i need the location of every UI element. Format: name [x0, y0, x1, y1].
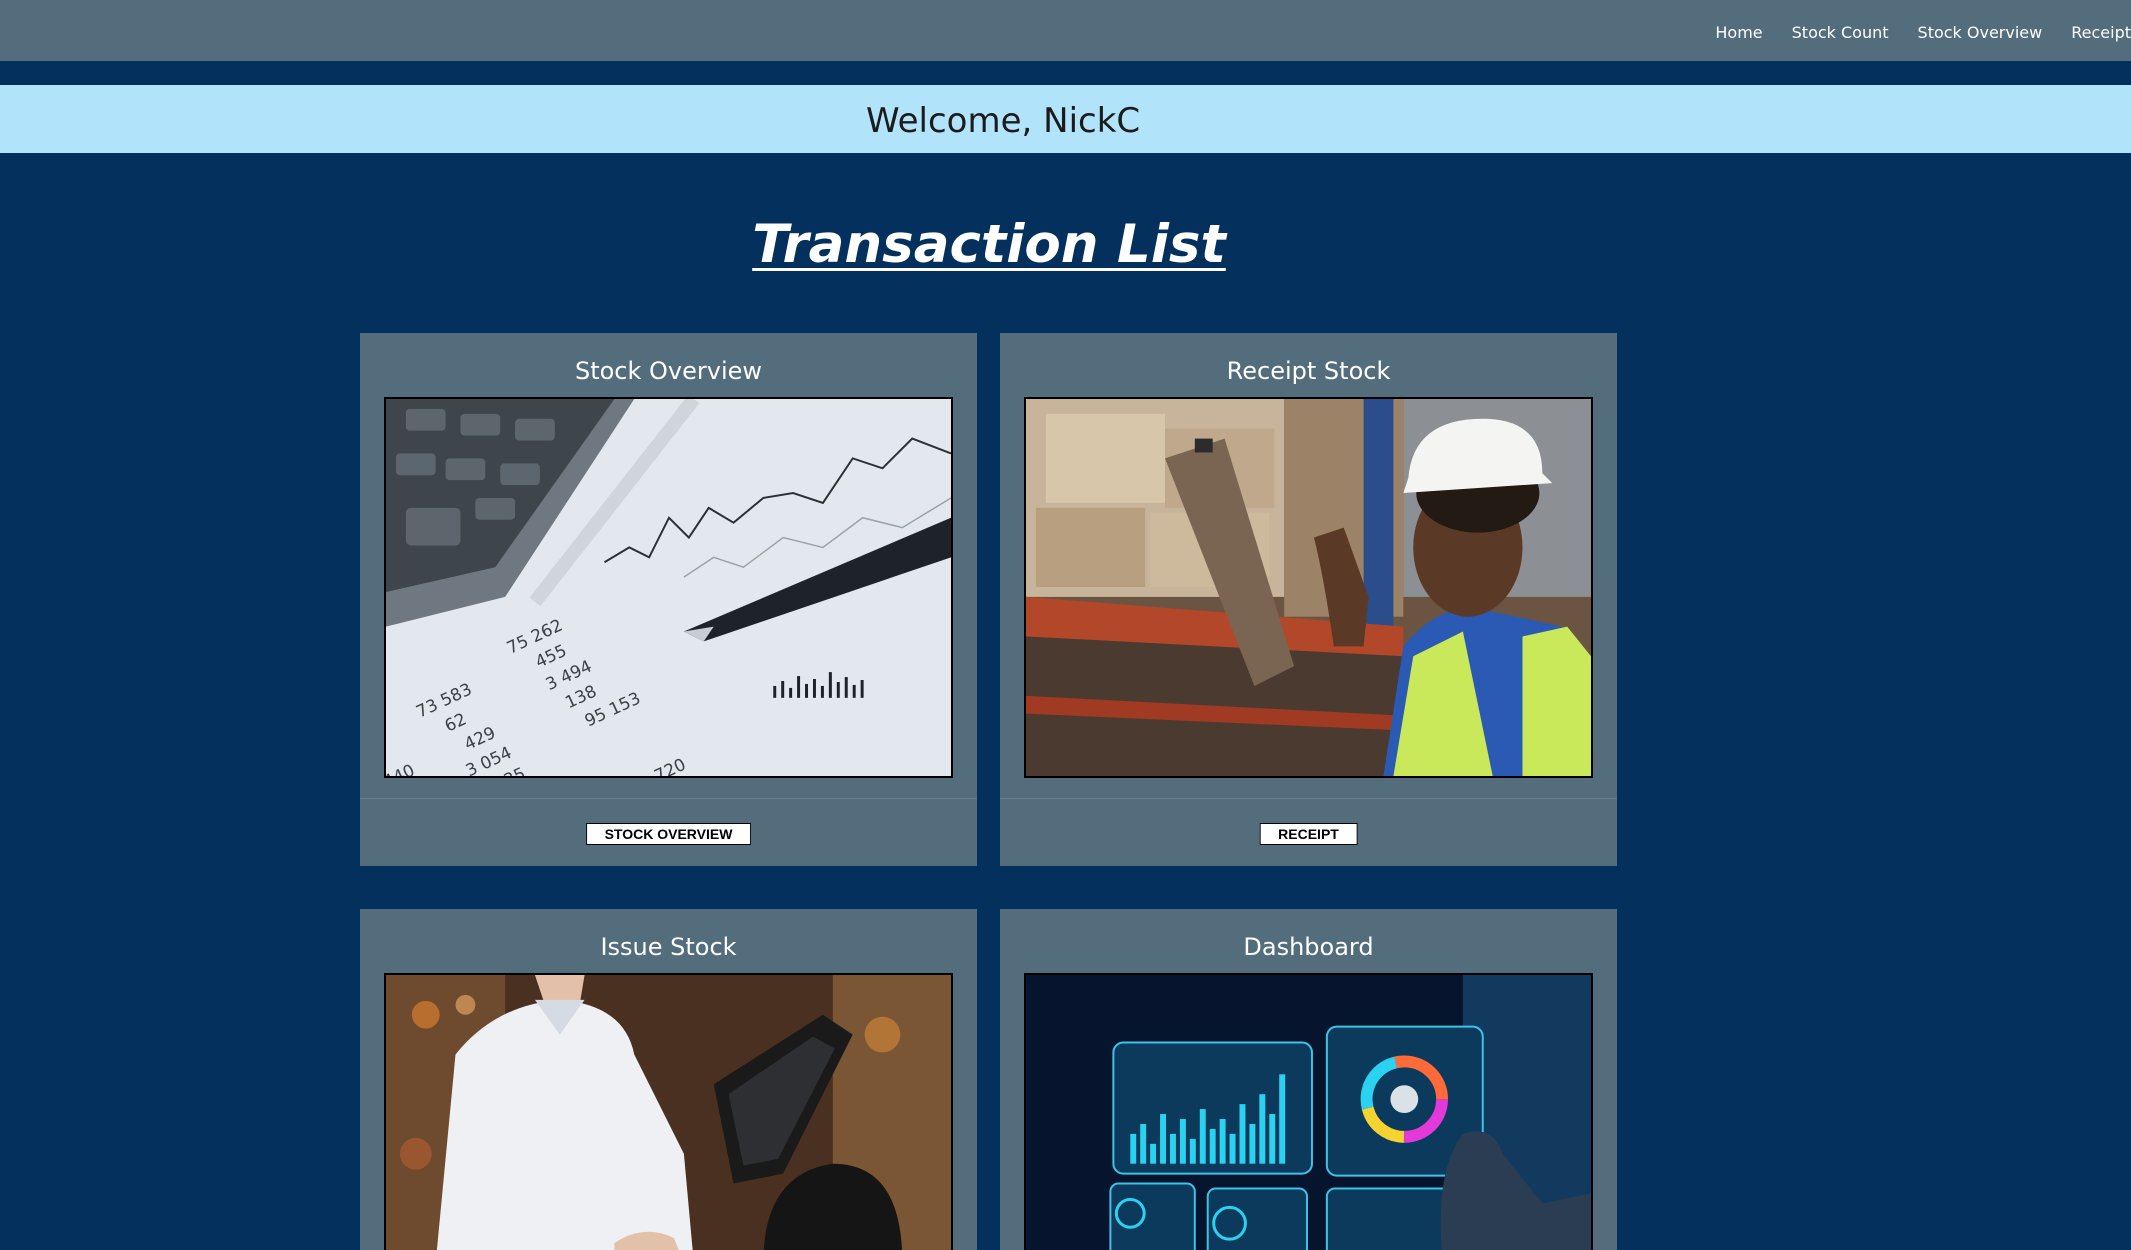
issue-stock-image [384, 973, 953, 1250]
receipt-button[interactable]: RECEIPT [1259, 823, 1358, 845]
welcome-banner: Welcome, NickC [0, 85, 2131, 153]
card-footer: RECEIPT [1000, 798, 1617, 866]
stock-overview-button[interactable]: STOCK OVERVIEW [585, 823, 752, 845]
card-title: Dashboard [1243, 933, 1374, 961]
main-nav: Home Stock Count Stock Overview Receipt [1686, 20, 2131, 44]
card-footer: STOCK OVERVIEW [360, 798, 977, 866]
card-title: Issue Stock [600, 933, 737, 961]
card-stock-overview: Stock Overview 73 583 62 429 3 054 440 7… [360, 333, 977, 866]
nav-link-home[interactable]: Home [1715, 23, 1762, 42]
dashboard-image [1024, 973, 1593, 1250]
page-title: Transaction List [752, 214, 1226, 275]
card-receipt-stock: Receipt Stock RECEIPT [1000, 333, 1617, 866]
nav-link-receipt[interactable]: Receipt [2071, 23, 2131, 42]
nav-link-stock-count[interactable]: Stock Count [1792, 23, 1889, 42]
card-title: Stock Overview [574, 357, 763, 385]
welcome-text: Welcome, NickC [866, 101, 1141, 141]
card-title: Receipt Stock [1226, 357, 1391, 385]
stock-overview-image: 73 58362 4293 054 13593 293 4402 670 133… [384, 397, 953, 778]
card-dashboard: Dashboard [1000, 909, 1617, 1250]
card-issue-stock: Issue Stock [360, 909, 977, 1250]
receipt-stock-image [1024, 397, 1593, 778]
nav-link-stock-overview[interactable]: Stock Overview [1918, 23, 2043, 42]
top-navbar: Home Stock Count Stock Overview Receipt [0, 0, 2131, 61]
